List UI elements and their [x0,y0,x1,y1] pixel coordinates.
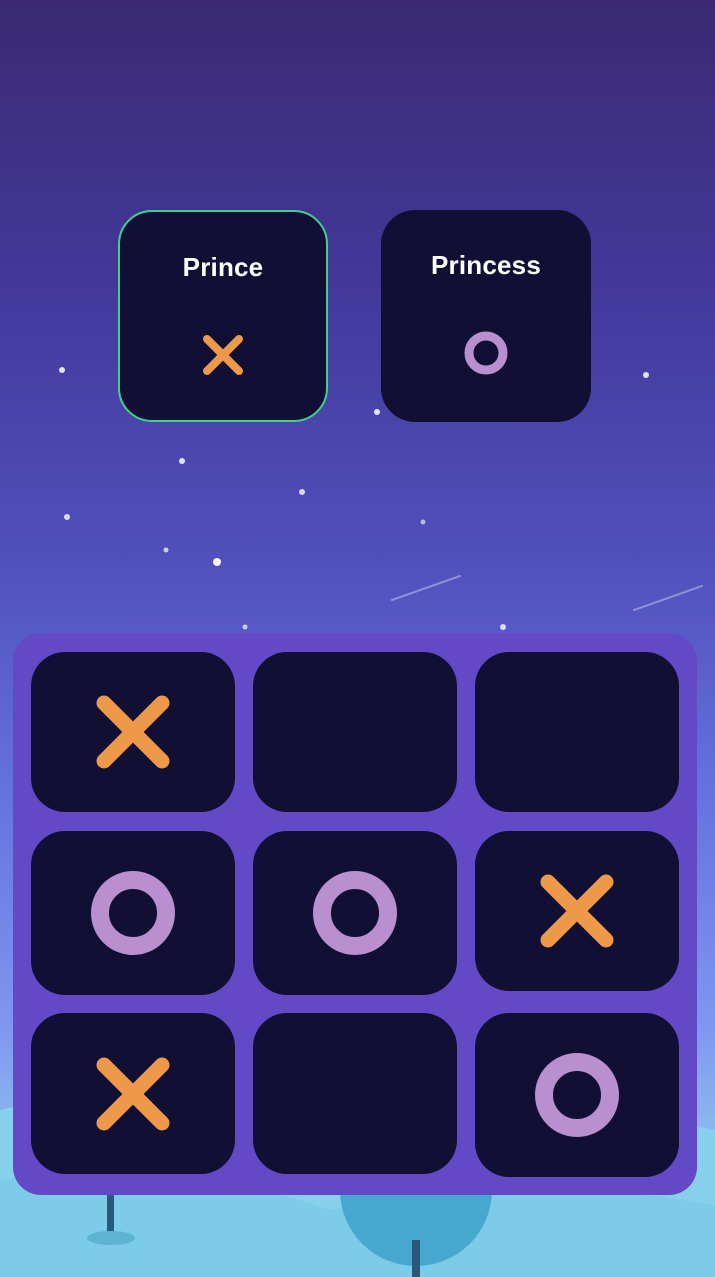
board-cell-4[interactable] [31,831,235,995]
player-name: Princess [430,250,541,280]
o-mark-icon [313,871,397,955]
board-cell-9[interactable] [475,1013,679,1177]
player-name: Prince [182,252,264,282]
x-mark-icon [96,1057,170,1130]
board-cell-1[interactable] [31,652,235,812]
x-mark-icon [540,874,614,948]
board-cell-6[interactable] [475,831,679,991]
board-cell-2[interactable] [253,652,457,812]
board-cell-3[interactable] [475,652,679,812]
board-cell-7[interactable] [31,1013,235,1174]
x-mark-icon [96,695,170,769]
game-board [13,633,697,1195]
board-cell-5[interactable] [253,831,457,995]
board-cell-8[interactable] [253,1013,457,1174]
o-mark-icon [91,871,175,955]
player-card-prince: Prince [118,210,328,422]
shooting-stars [391,575,703,611]
player-card-princess: Princess [381,210,591,422]
x-mark-icon [203,335,243,375]
o-mark-icon [464,331,508,375]
o-mark-icon [535,1053,619,1137]
